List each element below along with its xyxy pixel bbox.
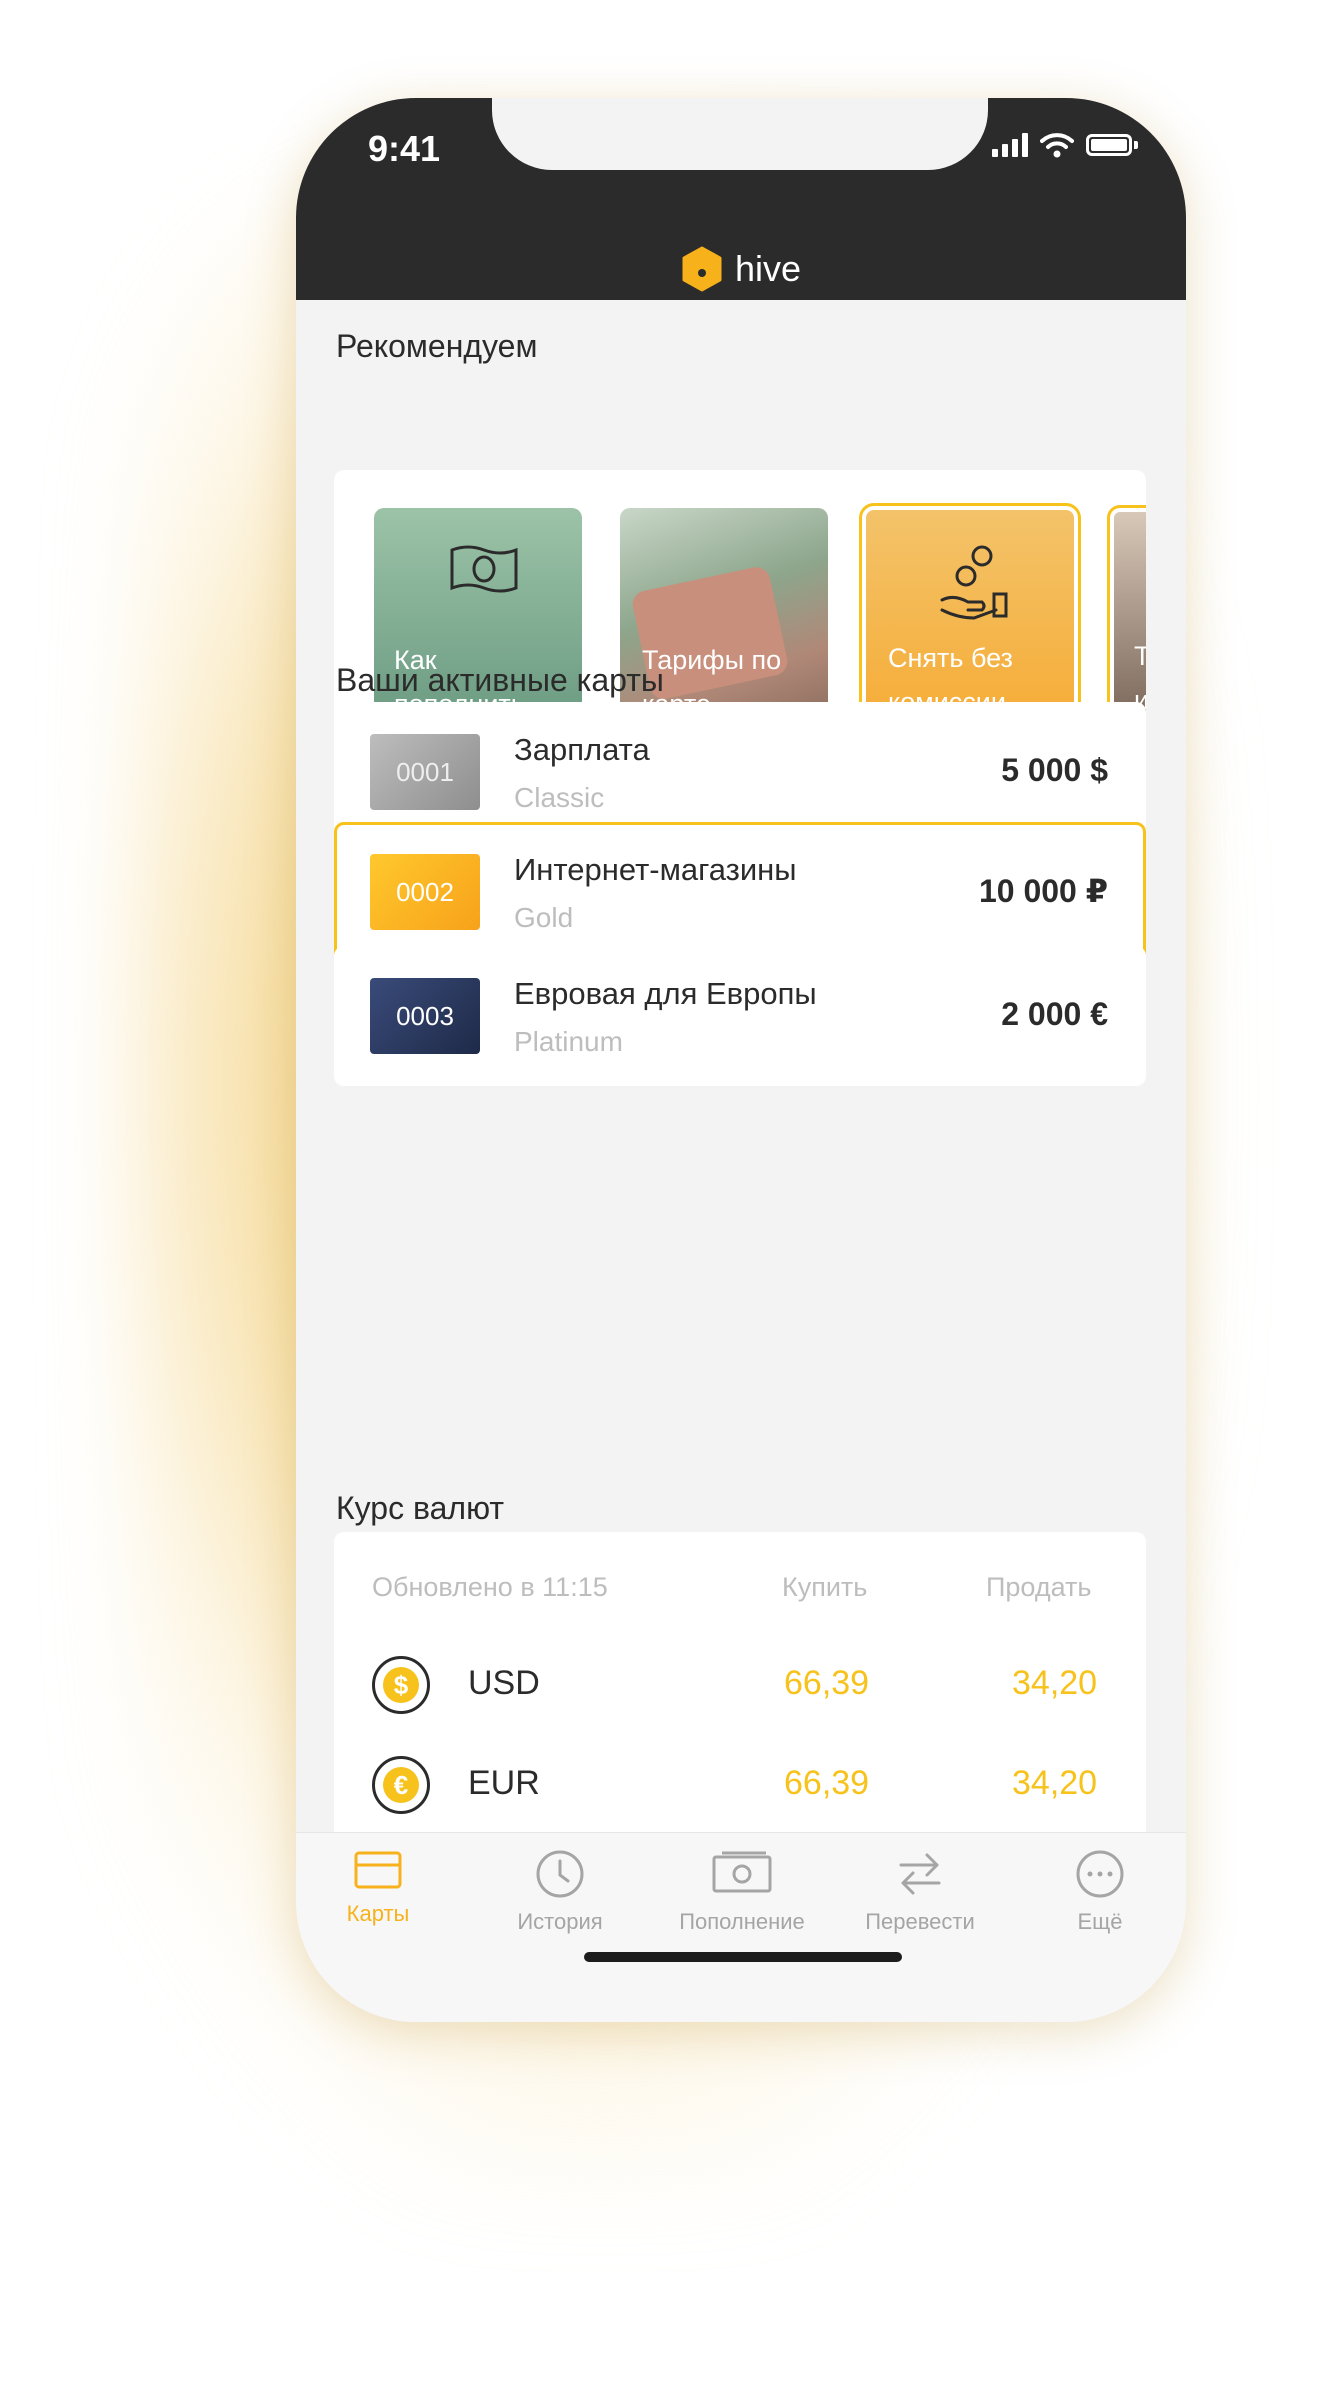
tab-label: Перевести — [865, 1909, 975, 1934]
signal-icon — [992, 133, 1028, 157]
card-name: Интернет-магазины — [514, 852, 797, 887]
tab-label: Пополнение — [679, 1909, 805, 1934]
card-balance: 10 000 ₽ — [978, 873, 1108, 909]
status-time: 9:41 — [368, 128, 441, 169]
tab-topup[interactable]: Пополнение — [662, 1849, 822, 1935]
currency-sell-rate: 34,20 — [1012, 1664, 1098, 1702]
card-row[interactable]: 0001 Зарплата Classic 5 000 $ — [334, 702, 1146, 842]
card-type: Platinum — [514, 1026, 623, 1057]
rates-sell-header: Продать — [986, 1572, 1092, 1602]
card-type: Gold — [514, 902, 574, 933]
currency-code: USD — [468, 1664, 540, 1702]
card-thumbnail: 0002 — [370, 854, 480, 930]
card-name: Евровая для Европы — [514, 976, 817, 1011]
tab-transfer[interactable]: Перевести — [840, 1849, 1000, 1935]
stage: 9:41 hive Рекомендуем Как Тарифы по Снят… — [0, 0, 1332, 2385]
section-title-rates: Курс валют — [336, 1490, 505, 1526]
card-row-selected[interactable]: 0002 Интернет-магазины Gold 10 000 ₽ — [334, 822, 1146, 966]
tab-label: Ещё — [1077, 1909, 1123, 1934]
hive-logo-icon — [682, 246, 722, 292]
bottom-tab-bar: Карты История Пополнение Перевести Ещё — [296, 1832, 1186, 2022]
app-header: 9:41 hive — [296, 98, 1186, 300]
currency-buy-rate: 66,39 — [784, 1764, 870, 1802]
brand-name: hive — [734, 248, 802, 289]
banknote-icon — [450, 545, 518, 593]
wifi-icon — [1040, 133, 1074, 158]
card-icon — [354, 1851, 402, 1889]
clock-icon — [536, 1850, 584, 1898]
card-type: Classic — [514, 782, 605, 813]
exchange-rates-panel: Обновлено в 11:15 Купить Продать $ USD 6… — [334, 1532, 1146, 1852]
rates-updated-time: Обновлено в 11:15 — [372, 1572, 608, 1602]
section-title-recommend: Рекомендуем — [336, 328, 538, 364]
rates-buy-header: Купить — [782, 1572, 868, 1602]
more-dots-icon — [1076, 1850, 1124, 1898]
phone-notch — [492, 98, 988, 170]
transfer-arrows-icon — [899, 1853, 941, 1895]
tab-history[interactable]: История — [480, 1849, 640, 1935]
currency-row: $ USD 66,39 34,20 — [334, 1650, 1146, 1720]
battery-cap — [1134, 141, 1138, 149]
tab-label: История — [517, 1909, 603, 1934]
card-balance: 2 000 € — [1001, 996, 1108, 1032]
phone-screen: 9:41 hive Рекомендуем Как Тарифы по Снят… — [296, 98, 1186, 2022]
battery-icon — [1086, 134, 1132, 156]
tab-more[interactable]: Ещё — [1020, 1849, 1180, 1935]
card-name: Зарплата — [514, 732, 650, 767]
coins-hand-icon — [940, 545, 1008, 620]
card-thumbnail: 0001 — [370, 734, 480, 810]
currency-sell-rate: 34,20 — [1012, 1764, 1098, 1802]
euro-icon: € — [372, 1756, 430, 1814]
card-balance: 5 000 $ — [1001, 752, 1108, 788]
section-title-cards: Ваши активные карты — [336, 662, 664, 698]
dollar-icon: $ — [372, 1656, 430, 1714]
currency-code: EUR — [468, 1764, 540, 1802]
currency-row: € EUR 66,39 34,20 — [334, 1750, 1146, 1820]
card-thumbnail: 0003 — [370, 978, 480, 1054]
tab-label: Карты — [346, 1901, 410, 1926]
home-indicator[interactable] — [584, 1952, 902, 1962]
tab-cards[interactable]: Карты — [298, 1849, 458, 1927]
currency-buy-rate: 66,39 — [784, 1664, 870, 1702]
status-icons — [992, 132, 1138, 158]
card-row[interactable]: 0003 Евровая для Европы Platinum 2 000 € — [334, 946, 1146, 1086]
banknote-icon — [712, 1851, 772, 1893]
brand-logo: hive — [296, 246, 1186, 292]
